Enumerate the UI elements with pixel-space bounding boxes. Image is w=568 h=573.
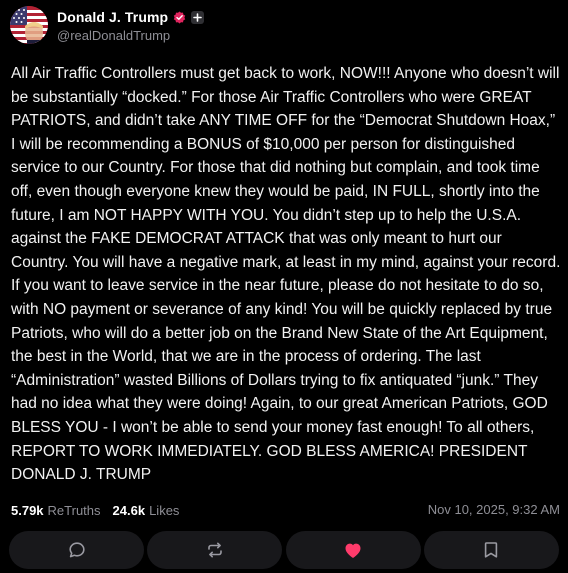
likes-label[interactable]: Likes — [149, 503, 179, 518]
post-header: Donald J. Trump @realDonaldTrump — [10, 5, 205, 45]
author-display-name[interactable]: Donald J. Trump — [57, 9, 168, 25]
likes-count[interactable]: 24.6k — [113, 503, 146, 518]
post-text: All Air Traffic Controllers must get bac… — [11, 65, 561, 484]
reply-button[interactable] — [9, 531, 144, 569]
author-name-row: Donald J. Trump — [57, 7, 205, 27]
action-bar — [9, 531, 559, 569]
bookmark-icon — [485, 542, 498, 558]
author-info: Donald J. Trump @realDonaldTrump — [57, 7, 205, 43]
post-stats: 5.79k ReTruths 24.6k Likes — [11, 501, 179, 519]
post-timestamp: Nov 10, 2025, 9:32 AM — [427, 502, 560, 517]
author-handle[interactable]: @realDonaldTrump — [57, 28, 204, 43]
retruths-label[interactable]: ReTruths — [48, 503, 101, 518]
like-button[interactable] — [285, 531, 421, 569]
verified-badge-icon — [173, 11, 186, 24]
like-heart-icon — [345, 543, 361, 558]
retruth-button[interactable] — [147, 531, 283, 569]
truth-post: Donald J. Trump @realDonaldTrump All Air… — [0, 0, 568, 573]
profile-avatar-flag-icon — [10, 6, 48, 44]
retruths-count[interactable]: 5.79k — [11, 503, 44, 518]
bookmark-button[interactable] — [423, 531, 559, 569]
reply-icon — [68, 542, 85, 558]
avatar[interactable] — [10, 6, 48, 44]
plus-badge-icon — [191, 10, 205, 24]
retruth-icon — [208, 542, 222, 558]
